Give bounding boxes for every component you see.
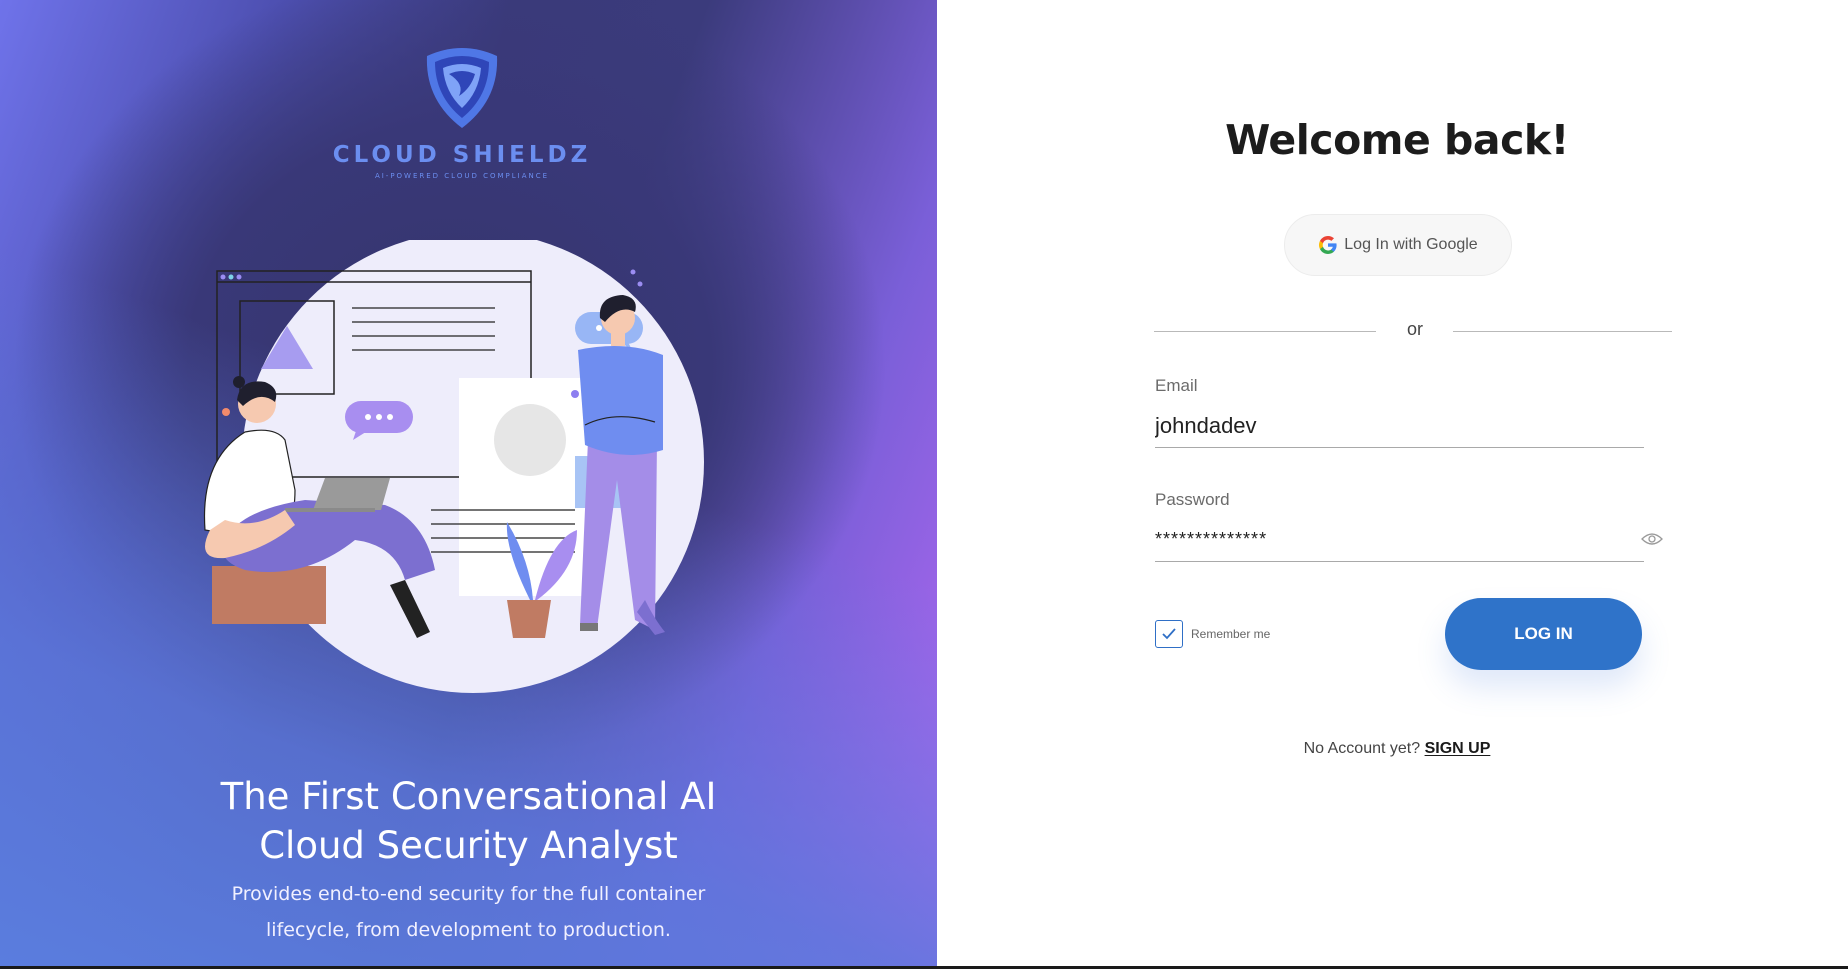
login-page: CLOUD SHIELDZ AI-POWERED CLOUD COMPLIANC… xyxy=(0,0,1848,966)
hero-headline-line2: Cloud Security Analyst xyxy=(259,824,678,867)
remember-label: Remember me xyxy=(1191,627,1271,641)
no-account-text: No Account yet? xyxy=(1303,740,1421,757)
divider-or: or xyxy=(1406,319,1423,339)
google-login-label: Log In with Google xyxy=(1344,236,1478,253)
signup-row: No Account yet? SIGN UP xyxy=(937,740,1848,758)
page-title: Welcome back! xyxy=(1225,116,1569,164)
brand-tagline: AI-POWERED CLOUD COMPLIANCE xyxy=(374,172,550,180)
hero-headline-line1: The First Conversational AI xyxy=(220,775,717,818)
google-login-button[interactable]: Log In with Google xyxy=(1284,214,1512,276)
divider-left xyxy=(1154,331,1376,332)
brand-name: CLOUD SHIELDZ xyxy=(332,142,592,168)
hero-panel: CLOUD SHIELDZ AI-POWERED CLOUD COMPLIANC… xyxy=(0,0,937,966)
email-field[interactable] xyxy=(1155,404,1644,448)
login-panel: Welcome back! Log In with Google or Emai… xyxy=(937,0,1848,966)
login-button[interactable]: LOG IN xyxy=(1445,598,1642,670)
hero-headline: The First Conversational AI Cloud Securi… xyxy=(0,772,937,870)
signup-link[interactable]: SIGN UP xyxy=(1425,740,1491,757)
password-label: Password xyxy=(1155,490,1230,509)
checkmark-icon xyxy=(1162,628,1176,640)
hero-subline: Provides end-to-end security for the ful… xyxy=(0,876,937,948)
shield-logo-icon xyxy=(426,48,498,128)
password-field[interactable] xyxy=(1155,518,1644,562)
hero-subline-line2: lifecycle, from development to productio… xyxy=(266,919,671,941)
hero-illustration: </> xyxy=(203,240,704,693)
remember-checkbox[interactable] xyxy=(1155,620,1183,648)
email-label: Email xyxy=(1155,376,1198,395)
divider-right xyxy=(1453,331,1672,332)
brand-logo: CLOUD SHIELDZ AI-POWERED CLOUD COMPLIANC… xyxy=(0,44,924,180)
eye-icon[interactable] xyxy=(1641,531,1663,547)
hero-subline-line1: Provides end-to-end security for the ful… xyxy=(231,883,706,905)
remember-me[interactable]: Remember me xyxy=(1155,620,1270,648)
google-icon xyxy=(1319,236,1337,254)
